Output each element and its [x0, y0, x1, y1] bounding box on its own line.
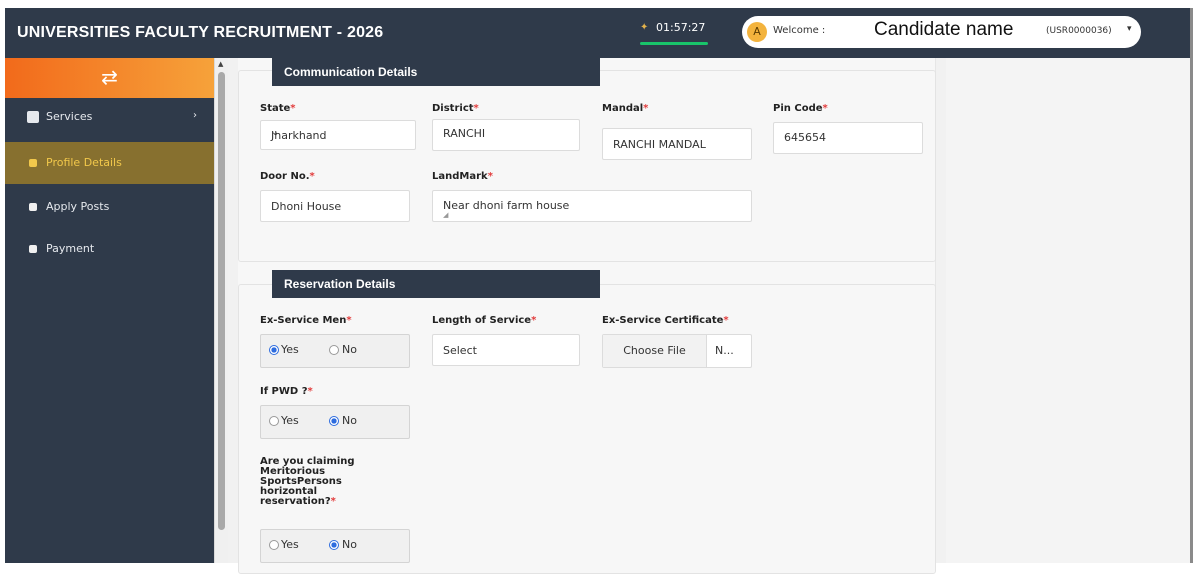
- bullet-icon: [29, 159, 37, 167]
- chevron-right-icon: ›: [193, 110, 197, 121]
- bullet-icon: [29, 245, 37, 253]
- sidebar-item-profile-details[interactable]: Profile Details: [5, 142, 214, 184]
- mandal-field[interactable]: RANCHI MANDAL: [602, 128, 752, 160]
- right-panel: [946, 58, 1190, 563]
- timer-progress-bar: [640, 42, 708, 45]
- top-header: UNIVERSITIES FACULTY RECRUITMENT - 2026 …: [5, 8, 1193, 58]
- sports-yes-radio[interactable]: [269, 540, 279, 550]
- reservation-heading: Reservation Details: [272, 270, 600, 298]
- user-id: (USR0000036): [1046, 26, 1112, 36]
- communication-heading: Communication Details: [272, 58, 600, 86]
- mandal-label: Mandal*: [602, 103, 649, 114]
- sidebar-item-label: Apply Posts: [46, 200, 110, 213]
- hourglass-icon: ✦: [640, 22, 649, 33]
- exservice-radio-group: Yes No: [260, 334, 410, 368]
- door-label: Door No.*: [260, 171, 315, 182]
- length-service-select[interactable]: Select: [432, 334, 580, 366]
- welcome-text: Welcome :: [773, 25, 826, 36]
- scrollbar-thumb[interactable]: [218, 72, 225, 530]
- state-label: State*: [260, 103, 296, 114]
- communication-section: [238, 70, 936, 262]
- door-field[interactable]: Dhoni House: [260, 190, 410, 222]
- exservice-yes-radio[interactable]: [269, 345, 279, 355]
- sidebar-item-label: Payment: [46, 242, 95, 255]
- swap-arrows-icon[interactable]: ⇄: [5, 65, 214, 89]
- pincode-label: Pin Code*: [773, 103, 828, 114]
- avatar: A: [747, 22, 767, 42]
- sidebar-item-apply-posts[interactable]: Apply Posts: [5, 190, 214, 226]
- candidate-name: Candidate name: [874, 19, 1014, 40]
- session-timer: ✦ 01:57:27: [640, 20, 710, 50]
- main-content: Communication Details State* Jharkhand ⌄…: [228, 58, 1190, 574]
- pwd-radio-group: Yes No: [260, 405, 410, 439]
- choose-file-button[interactable]: Choose File: [603, 335, 707, 367]
- chevron-down-icon[interactable]: ▾: [1127, 24, 1132, 34]
- exservice-label: Ex-Service Men*: [260, 315, 352, 326]
- form-panel: Communication Details State* Jharkhand ⌄…: [238, 58, 936, 574]
- district-label: District*: [432, 103, 479, 114]
- grid-icon: [27, 111, 39, 123]
- file-name-text: N...: [715, 344, 734, 357]
- state-select[interactable]: Jharkhand ⌄: [260, 120, 416, 150]
- app-window: UNIVERSITIES FACULTY RECRUITMENT - 2026 …: [0, 0, 1195, 574]
- timer-text: 01:57:27: [656, 21, 706, 34]
- district-field[interactable]: RANCHI: [432, 119, 580, 151]
- sidebar-item-label: Services: [46, 110, 93, 123]
- window-edge: [1190, 8, 1193, 563]
- sports-radio-group: Yes No: [260, 529, 410, 563]
- landmark-textarea[interactable]: Near dhoni farm house ◢: [432, 190, 752, 222]
- pwd-yes-radio[interactable]: [269, 416, 279, 426]
- sidebar-item-payment[interactable]: Payment: [5, 232, 214, 268]
- sidebar-scrollbar[interactable]: ▲: [214, 58, 228, 563]
- sidebar: ⇄ Services › Profile Details Apply Posts…: [5, 58, 214, 563]
- pwd-no-radio[interactable]: [329, 416, 339, 426]
- certificate-label: Ex-Service Certificate*: [602, 315, 729, 326]
- resize-handle-icon[interactable]: ◢: [443, 211, 748, 219]
- pwd-label: If PWD ?*: [260, 386, 313, 397]
- pincode-field[interactable]: 645654: [773, 122, 923, 154]
- landmark-label: LandMark*: [432, 171, 493, 182]
- bullet-icon: [29, 203, 37, 211]
- exservice-no-radio[interactable]: [329, 345, 339, 355]
- sidebar-item-label: Profile Details: [46, 156, 122, 169]
- sports-no-radio[interactable]: [329, 540, 339, 550]
- sidebar-item-services[interactable]: Services ›: [5, 100, 214, 136]
- app-title: UNIVERSITIES FACULTY RECRUITMENT - 2026: [17, 24, 384, 41]
- scroll-up-icon[interactable]: ▲: [218, 60, 223, 68]
- chevron-down-icon: ⌄: [271, 127, 280, 138]
- length-service-label: Length of Service*: [432, 315, 537, 326]
- sidebar-toggle[interactable]: ⇄: [5, 58, 214, 98]
- certificate-file-input[interactable]: Choose File N...: [602, 334, 752, 368]
- sports-label: Are you claiming Meritorious SportsPerso…: [260, 456, 355, 507]
- user-menu[interactable]: A Welcome : Candidate name (USR0000036) …: [742, 16, 1141, 48]
